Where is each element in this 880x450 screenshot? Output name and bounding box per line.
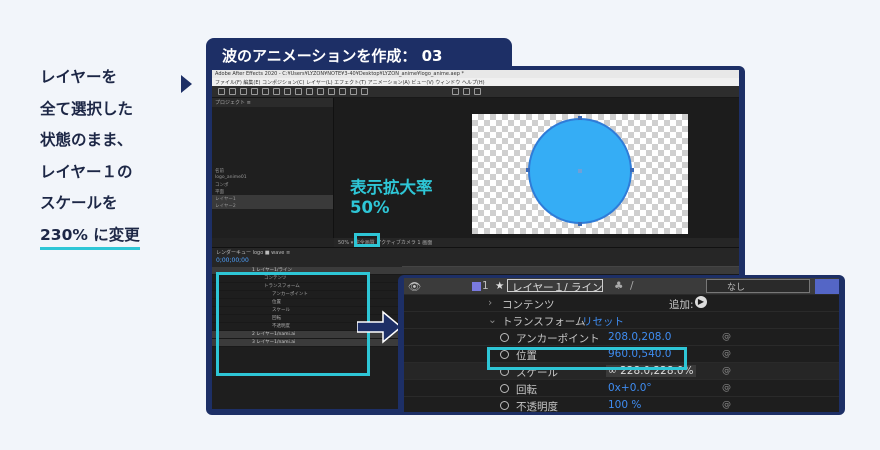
rotation-row[interactable]: 回転 0x+0.0° @	[404, 380, 839, 397]
instruction-line: 状態のまま、	[40, 131, 133, 149]
stopwatch-icon[interactable]	[500, 401, 509, 410]
property-value[interactable]: 100 %	[608, 399, 641, 411]
project-panel-header: プロジェクト ≡	[212, 98, 333, 107]
home-tool-icon[interactable]	[218, 88, 225, 95]
window-title: Adobe After Effects 2020 - C:¥Users¥LYZO…	[212, 70, 739, 78]
expression-pickwhip-icon[interactable]: @	[722, 332, 731, 342]
pan-tool-icon[interactable]	[284, 88, 291, 95]
fx-icon[interactable]: /	[630, 280, 634, 292]
property-value[interactable]: 0x+0.0°	[608, 382, 652, 394]
contents-row[interactable]: › コンテンツ 追加: ▶	[404, 295, 839, 312]
pointer-triangle-icon	[181, 75, 192, 93]
menu-bar[interactable]: ファイル(F) 編集(E) コンポジション(C) レイヤー(L) エフェクト(T…	[212, 78, 739, 86]
stopwatch-icon[interactable]	[500, 333, 509, 342]
expand-chevron-icon[interactable]: ›	[488, 297, 492, 309]
instruction-line: 全て選択した	[40, 99, 134, 118]
puppet-tool-icon[interactable]	[361, 88, 368, 95]
grid-icon[interactable]	[474, 88, 481, 95]
contents-label: コンテンツ	[502, 299, 555, 311]
project-row[interactable]: レイヤー2	[212, 202, 333, 209]
layer-duration-bar[interactable]	[815, 279, 839, 294]
brush-tool-icon[interactable]	[328, 88, 335, 95]
collapse-chevron-icon[interactable]: ⌄	[488, 314, 497, 326]
reset-link[interactable]: リセット	[582, 314, 624, 329]
zoomed-timeline: 👁 1 ★ レイヤー１/ ライン ♣ / @ なし › コンテンツ 追加: ▶ …	[404, 278, 839, 412]
expression-pickwhip-icon[interactable]: @	[722, 366, 731, 376]
property-name: 不透明度	[516, 401, 558, 412]
instruction-text: レイヤーを 全て選択した 状態のまま、 レイヤー１の スケールを 230% に変…	[40, 62, 190, 251]
zoom-highlight-box	[354, 233, 380, 247]
zoom-callout: 表示拡大率 50%	[350, 178, 433, 218]
project-row[interactable]: レイヤー1	[212, 195, 333, 202]
layer-name[interactable]: レイヤー１/ ライン	[512, 280, 603, 295]
add-label: 追加:	[669, 299, 694, 311]
select-tool-icon[interactable]	[229, 88, 236, 95]
eye-icon[interactable]: 👁	[408, 280, 421, 293]
timeline-tabs[interactable]: レンダーキュー logo ■ wave ≡	[212, 248, 739, 257]
transform-label: トランスフォーム	[502, 316, 586, 328]
instruction-line: スケールを	[40, 194, 118, 212]
property-name: 回転	[516, 384, 537, 396]
property-value[interactable]: 208.0,208.0	[608, 331, 671, 343]
add-icon[interactable]: ▶	[695, 296, 707, 308]
label-color[interactable]	[472, 282, 481, 291]
anchor-point-row[interactable]: アンカーポイント 208.0,208.0 @	[404, 329, 839, 346]
anchor-point-icon	[578, 169, 582, 173]
expression-pickwhip-icon[interactable]: @	[722, 400, 731, 410]
expression-pickwhip-icon[interactable]: @	[722, 349, 731, 359]
opacity-row[interactable]: 不透明度 100 % @	[404, 397, 839, 412]
viewer-controls[interactable]: 50% ▾ 完全画質 アクティブカメラ 1 画面	[334, 238, 739, 247]
star-icon: ★	[495, 280, 505, 292]
tool-bar	[212, 86, 739, 98]
layer-1-row[interactable]: 👁 1 ★ レイヤー１/ ライン ♣ / @ なし	[404, 278, 839, 295]
bounding-handle[interactable]	[526, 168, 530, 172]
camera-tool-icon[interactable]	[273, 88, 280, 95]
hand-tool-icon[interactable]	[240, 88, 247, 95]
shy-icon[interactable]: ♣	[614, 280, 623, 292]
expression-pickwhip-icon[interactable]: @	[722, 383, 731, 393]
bounding-handle[interactable]	[630, 168, 634, 172]
layer-number: 1	[482, 280, 489, 292]
bounding-handle[interactable]	[578, 116, 582, 120]
project-row[interactable]: logo_anime01	[212, 174, 333, 181]
stamp-tool-icon[interactable]	[339, 88, 346, 95]
instruction-line: レイヤー１の	[40, 162, 133, 181]
zoom-callout-title: 表示拡大率	[350, 178, 433, 197]
bounding-handle[interactable]	[578, 222, 582, 226]
stopwatch-icon[interactable]	[500, 384, 509, 393]
scale-highlight-box	[487, 347, 687, 370]
project-row[interactable]: 名前	[212, 167, 333, 174]
eraser-tool-icon[interactable]	[350, 88, 357, 95]
instruction-line: レイヤーを	[40, 68, 118, 86]
time-ruler[interactable]	[402, 260, 739, 267]
project-panel: プロジェクト ≡ 名前 logo_anime01 コンポ 平面 レイヤー1 レイ…	[212, 98, 334, 238]
property-name: アンカーポイント	[516, 333, 600, 345]
align-icon[interactable]	[463, 88, 470, 95]
project-row[interactable]: 平面	[212, 188, 333, 195]
transform-row[interactable]: ⌄ トランスフォーム リセット	[404, 312, 839, 329]
shape-tool-icon[interactable]	[295, 88, 302, 95]
zoom-callout-value: 50%	[350, 198, 390, 217]
text-tool-icon[interactable]	[317, 88, 324, 95]
arrow-right-icon	[357, 310, 401, 344]
transparency-grid	[472, 114, 688, 234]
instruction-highlight: 230% に変更	[40, 223, 140, 250]
snap-icon[interactable]	[452, 88, 459, 95]
zoom-tool-icon[interactable]	[251, 88, 258, 95]
selection-highlight-box	[216, 272, 370, 376]
project-row[interactable]: コンポ	[212, 181, 333, 188]
rotate-tool-icon[interactable]	[262, 88, 269, 95]
parent-select[interactable]: なし	[706, 279, 810, 293]
pen-tool-icon[interactable]	[306, 88, 313, 95]
